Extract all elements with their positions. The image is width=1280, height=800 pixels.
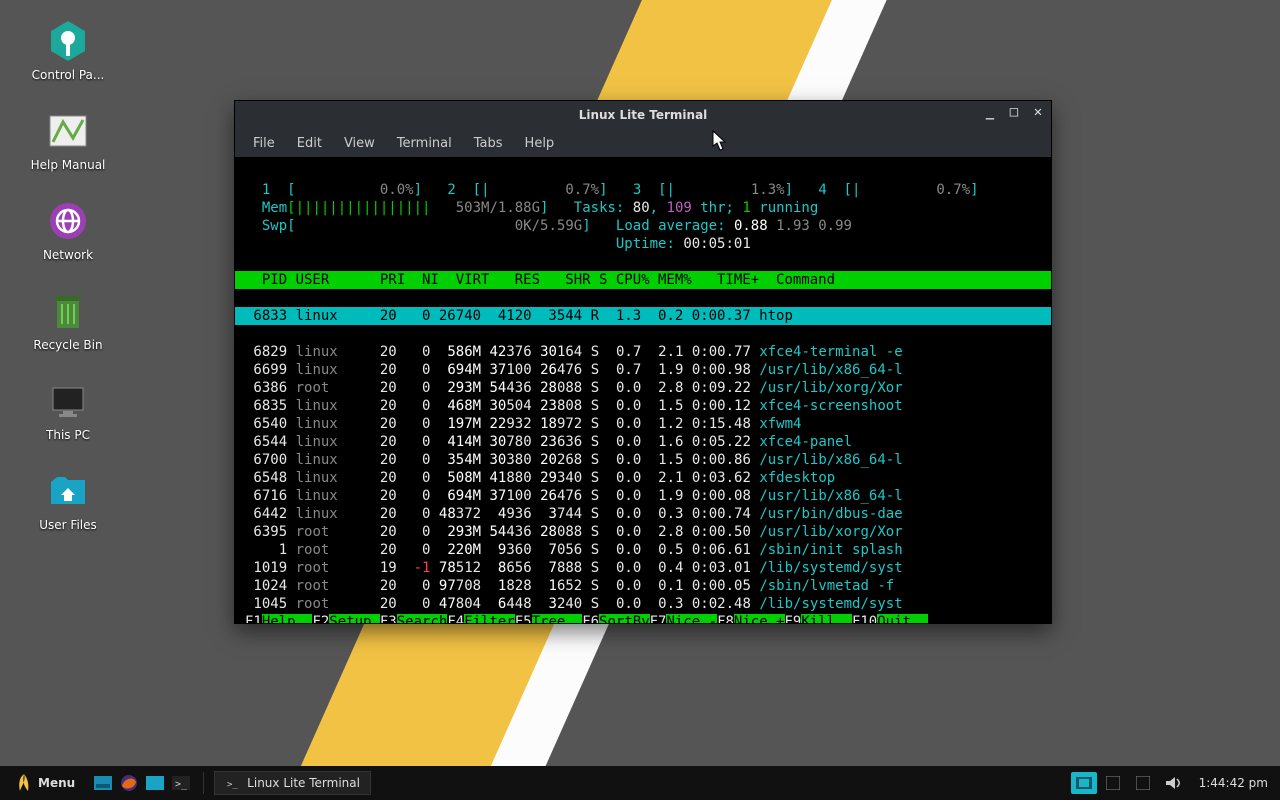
terminal-window: Linux Lite Terminal _ □ ✕ File Edit View… (234, 100, 1052, 624)
terminal-content[interactable]: 1 [ 0.0%] 2 [| 0.7%] 3 [| 1.3%] 4 [| 0.7… (235, 157, 1051, 623)
start-menu-button[interactable]: Menu (6, 769, 85, 797)
titlebar[interactable]: Linux Lite Terminal _ □ ✕ (235, 101, 1051, 129)
desktop-icon-label: Help Manual (31, 158, 106, 172)
menu-view[interactable]: View (334, 132, 385, 155)
maximize-button[interactable]: □ (1007, 105, 1021, 119)
taskbar-window-label: Linux Lite Terminal (247, 776, 360, 790)
menu-tabs[interactable]: Tabs (464, 132, 513, 155)
terminal-icon: >_ (225, 776, 241, 790)
desktop-icon-network[interactable]: Network (18, 198, 118, 262)
firefox-launcher[interactable] (117, 771, 141, 795)
desktop-icon-user-files[interactable]: User Files (18, 468, 118, 532)
menu-help[interactable]: Help (515, 132, 565, 155)
taskbar-window-button[interactable]: >_ Linux Lite Terminal (214, 771, 371, 795)
tray-item[interactable] (1133, 773, 1153, 793)
svg-text:>_: >_ (175, 779, 188, 790)
workspace-indicator[interactable] (1071, 772, 1097, 794)
monitor-icon (45, 378, 91, 424)
clock[interactable]: 1:44:42 pm (1193, 776, 1274, 790)
menu-label: Menu (38, 776, 75, 790)
desktop-icon-recycle-bin[interactable]: Recycle Bin (18, 288, 118, 352)
files-launcher[interactable] (143, 771, 167, 795)
globe-icon (45, 198, 91, 244)
desktop-icon-label: Network (43, 248, 93, 262)
minimize-button[interactable]: _ (983, 105, 997, 119)
menu-file[interactable]: File (243, 132, 285, 155)
taskbar: Menu >_ >_ Linux Lite Terminal 1:44:42 p… (0, 766, 1280, 800)
system-tray (1103, 773, 1187, 793)
desktop-icon-this-pc[interactable]: This PC (18, 378, 118, 442)
menu-terminal[interactable]: Terminal (387, 132, 462, 155)
window-title: Linux Lite Terminal (579, 108, 708, 122)
map-icon (45, 108, 91, 154)
tray-item[interactable] (1103, 773, 1123, 793)
quick-launch: >_ (91, 771, 193, 795)
desktop-icon-label: User Files (39, 518, 97, 532)
close-button[interactable]: ✕ (1031, 105, 1045, 119)
gear-hex-icon (45, 18, 91, 64)
folder-home-icon (45, 468, 91, 514)
desktop-icon-label: Recycle Bin (33, 338, 102, 352)
desktop-icon-label: Control Pa... (32, 68, 105, 82)
feather-icon (16, 773, 32, 793)
volume-icon[interactable] (1163, 773, 1183, 793)
trash-icon (45, 288, 91, 334)
terminal-launcher[interactable]: >_ (169, 771, 193, 795)
show-desktop-button[interactable] (91, 771, 115, 795)
desktop-icon-label: This PC (46, 428, 90, 442)
desktop-icons: Control Pa... Help Manual Network Recycl… (18, 18, 118, 532)
svg-text:>_: >_ (227, 780, 238, 790)
desktop-icon-help-manual[interactable]: Help Manual (18, 108, 118, 172)
menubar: File Edit View Terminal Tabs Help (235, 129, 1051, 157)
menu-edit[interactable]: Edit (287, 132, 332, 155)
desktop-icon-control-panel[interactable]: Control Pa... (18, 18, 118, 82)
